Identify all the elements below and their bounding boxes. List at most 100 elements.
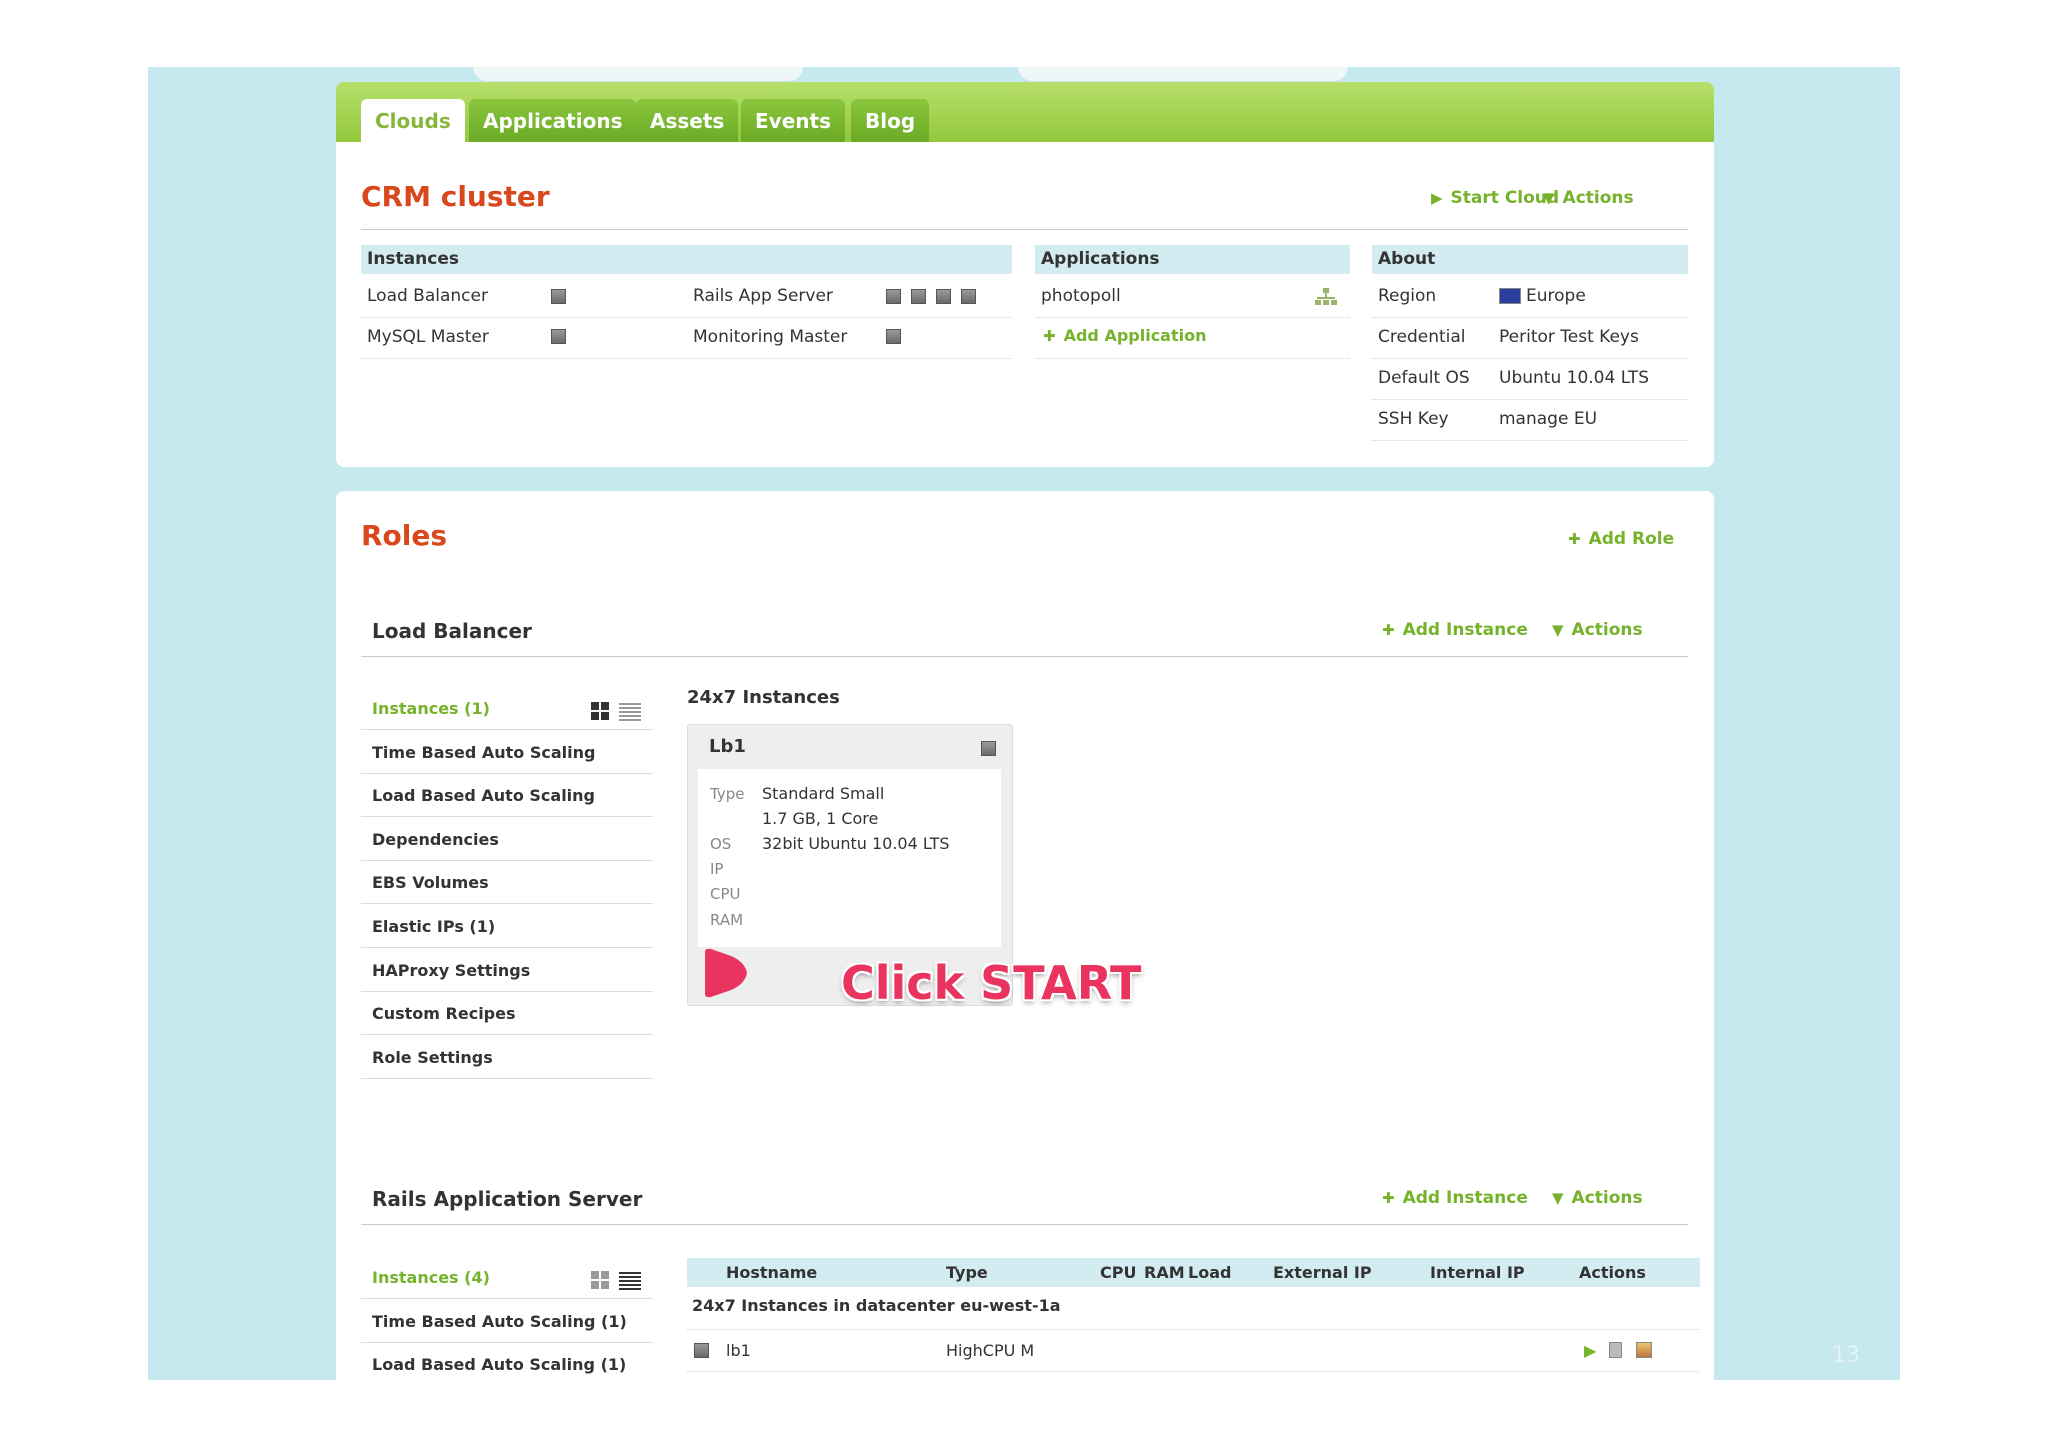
type-label: Type	[710, 785, 745, 803]
type-value: Standard Small	[762, 784, 885, 803]
about-label: Credential	[1378, 327, 1466, 347]
column-actions: Actions	[1579, 1263, 1646, 1282]
add-role-label: Add Role	[1588, 529, 1675, 549]
column-hostname[interactable]: Hostname	[726, 1258, 817, 1287]
tab-events[interactable]: Events	[741, 99, 845, 143]
row-divider	[687, 1329, 1700, 1331]
instance-name[interactable]: MySQL Master	[367, 327, 489, 347]
cloud-panel: CRM cluster ▶ Start Cloud ▼ Actions Instan…	[336, 142, 1714, 467]
instance-status-icon	[886, 289, 901, 304]
instance-status-icon	[911, 289, 926, 304]
instance-name[interactable]: Load Balancer	[367, 286, 488, 306]
about-label: Default OS	[1378, 368, 1470, 388]
roles-panel: Roles ✚ Add Role Load Balancer ✚ Add Insta…	[336, 491, 1714, 1380]
add-application-button[interactable]: ✚ Add Application	[1043, 326, 1207, 345]
about-header: About	[1372, 245, 1688, 274]
menu-role-settings[interactable]: Role Settings	[361, 1036, 653, 1079]
slide: Clouds Applications Assets Events Blog C…	[148, 67, 1900, 1380]
add-instance-button[interactable]: ✚ Add Instance	[1382, 1188, 1528, 1208]
ip-label: IP	[710, 860, 724, 878]
instances-table-header: Hostname Type CPU RAM Load External IP I…	[687, 1258, 1700, 1287]
instance-status-icon	[961, 289, 976, 304]
os-label: OS	[710, 835, 732, 853]
instance-name[interactable]: Rails App Server	[693, 286, 833, 306]
hostname-cell[interactable]: lb1	[726, 1341, 751, 1360]
type-cell: HighCPU M	[946, 1341, 1035, 1360]
menu-time-based-auto-scaling[interactable]: Time Based Auto Scaling	[361, 731, 653, 774]
background-strip	[473, 67, 803, 81]
trash-icon[interactable]	[1609, 1342, 1622, 1358]
plus-icon: ✚	[1568, 530, 1581, 548]
tab-clouds[interactable]: Clouds	[361, 99, 465, 143]
instance-status-icon	[551, 289, 566, 304]
role-actions-label: Actions	[1571, 620, 1643, 640]
about-value: Peritor Test Keys	[1499, 327, 1639, 347]
row-divider	[1372, 440, 1688, 442]
ram-label: RAM	[710, 911, 744, 929]
row-divider	[1372, 358, 1688, 360]
page-number: 13	[1832, 1343, 1860, 1368]
menu-load-based-auto-scaling[interactable]: Load Based Auto Scaling (1)	[361, 1343, 653, 1380]
instance-card-name: Lb1	[709, 736, 746, 757]
about-label: Region	[1378, 286, 1437, 306]
application-link[interactable]: photopoll	[1041, 286, 1121, 306]
row-divider	[1372, 399, 1688, 401]
instance-card-details: Type Standard Small 1.7 GB, 1 Core OS 32…	[698, 769, 1001, 947]
column-ram[interactable]: RAM	[1144, 1258, 1185, 1287]
plus-icon: ✚	[1382, 1189, 1395, 1207]
instance-status-icon	[886, 329, 901, 344]
role-title: Load Balancer	[372, 619, 532, 643]
plus-icon: ✚	[1043, 327, 1056, 345]
instance-status-icon	[981, 741, 996, 756]
triangle-down-icon: ▼	[1552, 1189, 1564, 1207]
role-actions-dropdown[interactable]: ▼ Actions	[1552, 1188, 1643, 1208]
role-actions-dropdown[interactable]: ▼ Actions	[1552, 620, 1643, 640]
instance-name[interactable]: Monitoring Master	[693, 327, 847, 347]
add-instance-label: Add Instance	[1402, 620, 1528, 640]
column-external-ip[interactable]: External IP	[1273, 1258, 1372, 1287]
instances-section-title: 24x7 Instances	[687, 687, 840, 708]
column-load[interactable]: Load	[1188, 1258, 1231, 1287]
column-internal-ip[interactable]: Internal IP	[1430, 1258, 1525, 1287]
os-value: 32bit Ubuntu 10.04 LTS	[762, 834, 950, 853]
grid-list-view-icon[interactable]	[591, 702, 641, 722]
row-divider	[1035, 317, 1350, 319]
tab-blog[interactable]: Blog	[851, 99, 930, 143]
add-instance-label: Add Instance	[1402, 1188, 1528, 1208]
menu-elastic-ips[interactable]: Elastic IPs (1)	[361, 905, 653, 948]
edit-icon[interactable]	[1636, 1342, 1652, 1358]
column-type[interactable]: Type	[946, 1258, 988, 1287]
menu-ebs-volumes[interactable]: EBS Volumes	[361, 861, 653, 904]
instances-header: Instances	[361, 245, 1012, 274]
menu-dependencies[interactable]: Dependencies	[361, 818, 653, 861]
applications-header: Applications	[1035, 245, 1350, 274]
row-divider	[687, 1371, 1700, 1373]
start-cloud-button[interactable]: ▶ Start Cloud	[1431, 188, 1559, 208]
add-role-button[interactable]: ✚ Add Role	[1568, 529, 1674, 549]
tab-applications[interactable]: Applications	[469, 99, 637, 143]
datacenter-group-label: 24x7 Instances in datacenter eu-west-1a	[692, 1296, 1061, 1315]
cloud-actions-label: Actions	[1562, 188, 1634, 208]
menu-load-based-auto-scaling[interactable]: Load Based Auto Scaling	[361, 774, 653, 817]
divider	[361, 229, 1688, 230]
row-divider	[1035, 358, 1350, 360]
about-label: SSH Key	[1378, 409, 1449, 429]
row-divider	[1372, 317, 1688, 319]
menu-haproxy-settings[interactable]: HAProxy Settings	[361, 949, 653, 992]
instance-status-icon	[694, 1343, 709, 1358]
start-icon[interactable]: ▶	[1584, 1341, 1596, 1360]
cpu-label: CPU	[710, 885, 741, 903]
grid-list-view-icon[interactable]	[591, 1271, 641, 1291]
menu-custom-recipes[interactable]: Custom Recipes	[361, 992, 653, 1035]
triangle-down-icon: ▼	[1543, 189, 1555, 207]
menu-time-based-auto-scaling[interactable]: Time Based Auto Scaling (1)	[361, 1300, 653, 1343]
role-title: Rails Application Server	[372, 1187, 643, 1211]
add-instance-button[interactable]: ✚ Add Instance	[1382, 620, 1528, 640]
column-cpu[interactable]: CPU	[1100, 1258, 1136, 1287]
tab-assets[interactable]: Assets	[636, 99, 739, 143]
cloud-actions-dropdown[interactable]: ▼ Actions	[1543, 188, 1634, 208]
background-strip	[1018, 67, 1348, 81]
divider	[361, 656, 1688, 657]
start-button-highlight-icon[interactable]	[701, 946, 755, 1002]
sitemap-icon[interactable]	[1315, 288, 1337, 306]
